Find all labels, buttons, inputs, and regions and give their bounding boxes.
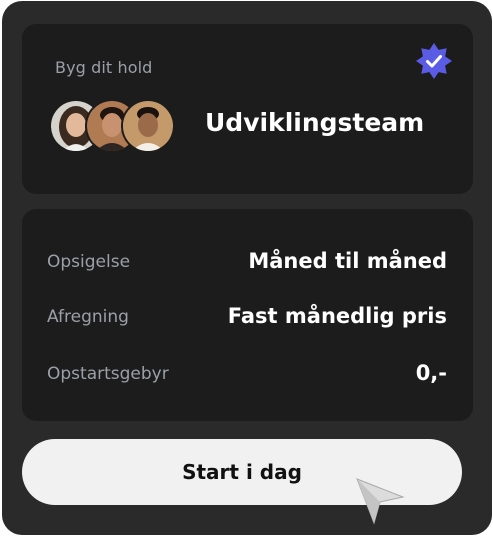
team-name: Udviklingsteam <box>205 108 425 137</box>
detail-value-termination: Måned til måned <box>248 249 447 273</box>
pointer-cursor-icon <box>356 478 405 525</box>
team-panel: Byg dit hold Udviklingsteam <box>22 24 473 194</box>
detail-value-billing: Fast månedlig pris <box>227 304 447 328</box>
detail-value-setup-fee: 0,- <box>415 361 447 385</box>
pricing-card: Byg dit hold Udviklingsteam Opsigelse Må… <box>2 1 492 535</box>
team-avatars <box>49 99 175 153</box>
detail-label-setup-fee: Opstartsgebyr <box>47 364 169 384</box>
avatar <box>121 99 175 153</box>
detail-label-billing: Afregning <box>47 307 129 327</box>
verified-badge-icon <box>416 43 452 79</box>
detail-label-termination: Opsigelse <box>47 252 131 272</box>
team-eyebrow: Byg dit hold <box>55 58 153 77</box>
details-panel: Opsigelse Måned til måned Afregning Fast… <box>22 209 473 421</box>
